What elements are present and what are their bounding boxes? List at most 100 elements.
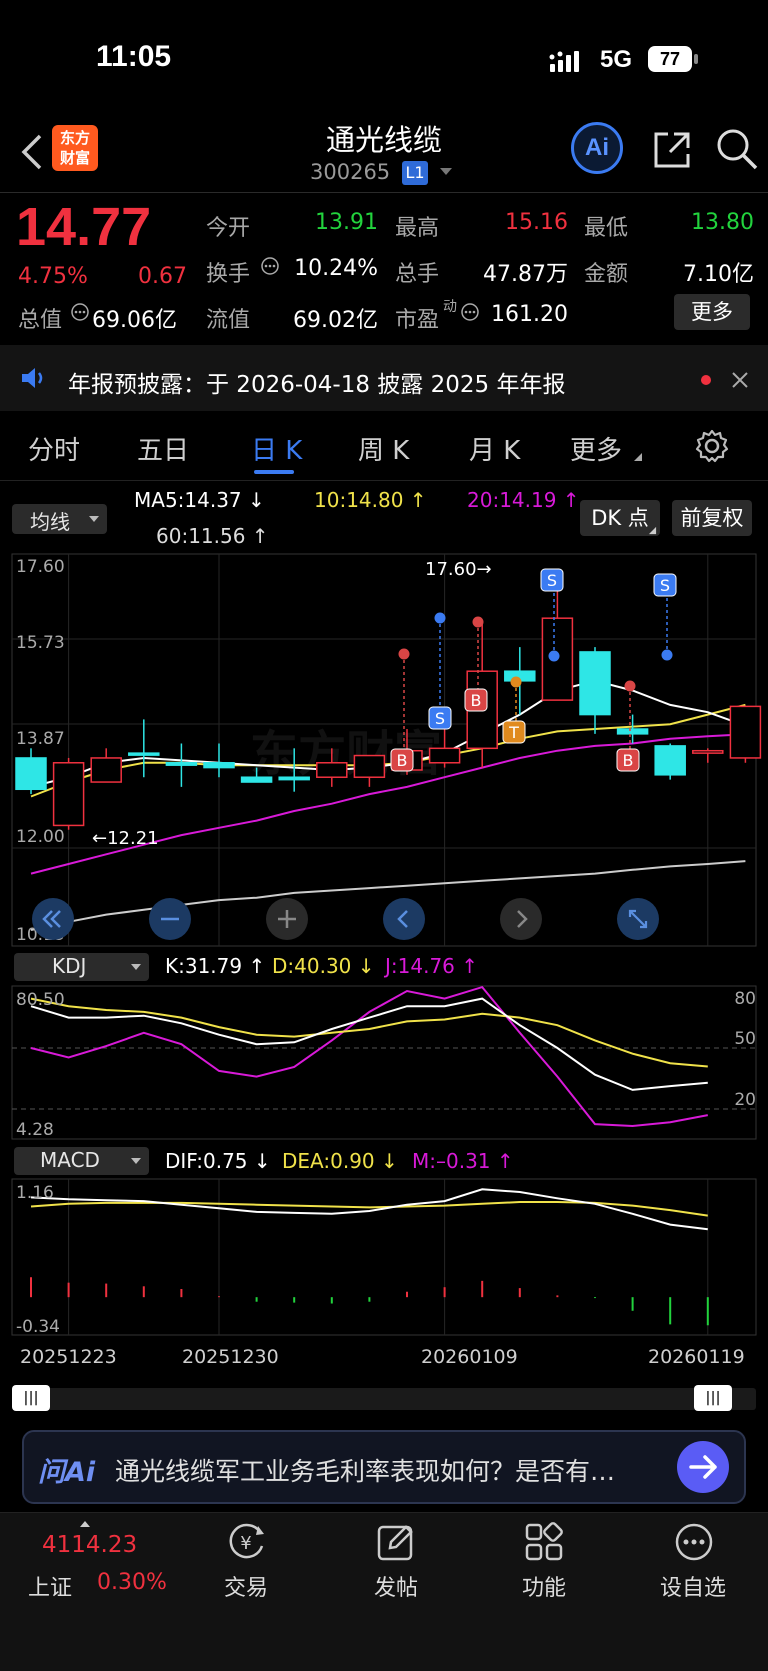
info-icon[interactable]	[460, 302, 480, 322]
candle	[128, 752, 160, 756]
info-icon[interactable]	[70, 302, 90, 322]
zoom-out-button[interactable]	[149, 898, 191, 940]
tab-more[interactable]: 更多	[570, 430, 622, 467]
index-change[interactable]: 0.30%	[97, 1570, 167, 1595]
ai-button[interactable]: Ai	[571, 122, 623, 174]
candle	[579, 651, 611, 716]
kdj-d-value: D:40.30 ↓	[272, 954, 375, 978]
scroll-left-button[interactable]	[383, 898, 425, 940]
index-name[interactable]: 上证	[28, 1570, 72, 1602]
nav-add-watchlist[interactable]: 设自选	[660, 1570, 726, 1602]
chevron-down-icon[interactable]	[438, 166, 454, 178]
ask-ai-input[interactable]: 通光线缆军工业务毛利率表现如何？是否有…	[115, 1452, 615, 1488]
pe-value: 161.20	[491, 302, 568, 327]
low-value: 13.80	[691, 210, 754, 235]
tab-daily-k[interactable]: 日 K	[251, 430, 302, 467]
fullscreen-button[interactable]	[617, 898, 659, 940]
kdj-j-line	[30, 985, 708, 1128]
nav-functions[interactable]: 功能	[522, 1570, 566, 1602]
tab-monthly-k[interactable]: 月 K	[469, 430, 520, 467]
y-axis-label-2: 15.73	[16, 633, 65, 653]
scroll-right-button[interactable]	[500, 898, 542, 940]
candle	[90, 757, 122, 783]
amount-value: 7.10亿	[683, 262, 754, 287]
functions-icon[interactable]	[522, 1520, 566, 1564]
kdj-d-line	[30, 997, 708, 1068]
float-label: 流值	[206, 308, 251, 333]
adjust-button[interactable]: 前复权	[672, 500, 752, 536]
trade-icon[interactable]: ¥	[224, 1520, 268, 1564]
more-button[interactable]: 更多	[674, 294, 750, 330]
notice-text[interactable]: 年报预披露：于 2026-04-18 披露 2025 年年报	[68, 365, 565, 399]
kline-chart[interactable]: 东方财富 SBBTSBS 17.60 15.73 13.87 12.00 10.…	[0, 548, 768, 950]
tabs-divider	[0, 480, 768, 481]
turnover-value: 10.24%	[294, 256, 378, 281]
candle	[616, 728, 649, 735]
macd-select[interactable]: MACD	[14, 1147, 149, 1175]
signal-label: B	[471, 691, 482, 710]
more-dots-icon[interactable]	[672, 1520, 716, 1564]
candle	[15, 757, 47, 791]
kdj-chart[interactable]: 80.50 4.28 80 50 20	[0, 985, 768, 1140]
volume-value: 47.87万	[483, 262, 568, 287]
date-label-4: 20260119	[648, 1346, 745, 1368]
volume-label: 总手	[395, 262, 440, 287]
high-label: 最高	[395, 216, 440, 241]
tab-weekly-k[interactable]: 周 K	[358, 430, 409, 467]
svg-text:¥: ¥	[240, 1533, 251, 1554]
close-icon[interactable]	[730, 370, 750, 390]
macd-dea-value: DEA:0.90 ↓	[282, 1149, 398, 1173]
signal-dot	[661, 649, 673, 661]
ask-ai-send-button[interactable]	[677, 1441, 729, 1493]
settings-icon[interactable]	[694, 428, 730, 464]
tab-intraday[interactable]: 分时	[28, 430, 80, 467]
zoom-in-button[interactable]	[266, 898, 308, 940]
min-price-label: ←12.21	[92, 828, 159, 849]
change-percent: 4.75%	[18, 264, 88, 289]
macd-dif-value: DIF:0.75 ↓	[165, 1149, 271, 1173]
ma10-value: 10:14.80 ↑	[314, 488, 427, 512]
share-icon[interactable]	[650, 128, 694, 172]
signal-label: S	[435, 709, 445, 728]
high-value: 15.16	[505, 210, 568, 235]
kdj-axis-80: 80	[734, 989, 756, 1009]
ma20-value: 20:14.19 ↑	[467, 488, 580, 512]
candle	[165, 762, 198, 766]
macd-dif-line	[30, 1188, 708, 1231]
post-icon[interactable]	[374, 1520, 418, 1564]
index-value[interactable]: 4114.23	[42, 1532, 137, 1558]
range-track[interactable]	[12, 1388, 756, 1410]
zoom-out-far-button[interactable]	[32, 898, 74, 940]
signal-icon	[549, 51, 579, 72]
macd-select-label: MACD	[40, 1148, 100, 1172]
ma-select[interactable]: 均线	[12, 504, 107, 534]
pe-label: 市盈	[395, 308, 440, 333]
expand-icon	[628, 909, 648, 929]
header-divider	[0, 192, 768, 193]
nav-post[interactable]: 发帖	[374, 1570, 418, 1602]
range-handle-left[interactable]: |||	[12, 1385, 50, 1411]
signal-label: S	[660, 576, 670, 595]
signal-dot	[510, 676, 522, 688]
candle	[729, 705, 762, 759]
change-value: 0.67	[138, 264, 187, 289]
nav-trade[interactable]: 交易	[224, 1570, 268, 1602]
search-icon[interactable]	[714, 126, 760, 172]
caret-icon	[648, 526, 657, 535]
candle	[52, 762, 85, 827]
kdj-axis-top: 80.50	[16, 990, 65, 1010]
speaker-icon	[22, 368, 43, 388]
tab-five-day[interactable]: 五日	[137, 430, 189, 467]
battery-tip	[694, 54, 698, 64]
signal-label: S	[547, 571, 557, 590]
date-label-2: 20251230	[182, 1346, 279, 1368]
caret-up-icon	[80, 1521, 90, 1527]
info-icon[interactable]	[260, 256, 280, 276]
y-axis-label-3: 13.87	[16, 729, 65, 749]
kdj-select[interactable]: KDJ	[14, 953, 149, 981]
macd-chart[interactable]: 1.16 -0.34	[0, 1178, 768, 1336]
current-price: 14.77	[16, 197, 152, 257]
range-handle-right[interactable]: |||	[694, 1385, 732, 1411]
chevron-left-icon	[397, 910, 408, 928]
low-label: 最低	[584, 216, 629, 241]
